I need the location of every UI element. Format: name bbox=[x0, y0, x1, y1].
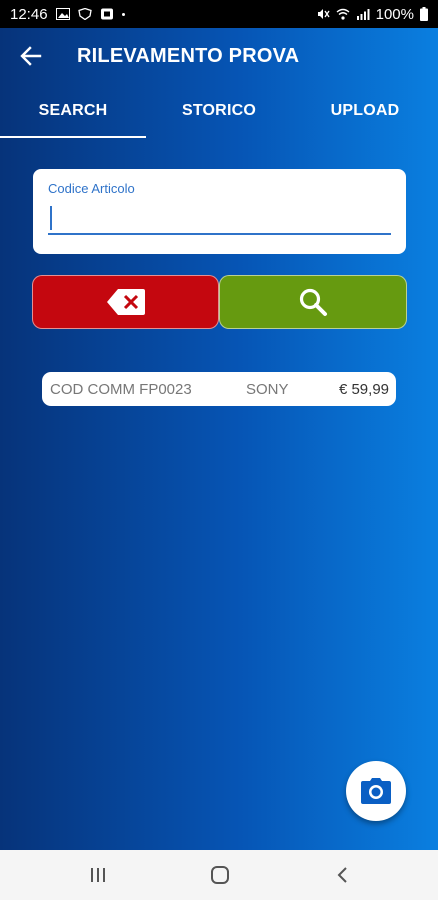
signal-icon bbox=[356, 9, 370, 20]
gallery-notification-icon bbox=[55, 8, 70, 20]
clear-button[interactable] bbox=[32, 275, 219, 329]
result-brand: SONY bbox=[246, 380, 289, 398]
search-field-label: Codice Articolo bbox=[48, 181, 135, 196]
status-bar: 12:46 100% bbox=[0, 0, 438, 28]
app-screen: RILEVAMENTO PROVA SEARCH STORICO UPLOAD … bbox=[0, 28, 438, 850]
back-button[interactable] bbox=[16, 41, 46, 71]
battery-icon bbox=[420, 7, 428, 21]
system-nav-bar bbox=[0, 850, 438, 900]
tab-bar: SEARCH STORICO UPLOAD bbox=[0, 84, 438, 138]
status-time: 12:46 bbox=[10, 5, 48, 23]
shield-notification-icon bbox=[77, 8, 92, 20]
text-cursor bbox=[50, 206, 52, 230]
app-bar: RILEVAMENTO PROVA bbox=[0, 28, 438, 84]
camera-fab-button[interactable] bbox=[346, 761, 406, 821]
mute-icon bbox=[317, 9, 330, 19]
recents-icon bbox=[91, 868, 105, 882]
app-notification-icon bbox=[100, 8, 113, 20]
camera-icon bbox=[361, 778, 391, 804]
nav-back-button[interactable] bbox=[328, 862, 358, 888]
wifi-icon bbox=[336, 8, 350, 20]
result-price: € 59,99 bbox=[338, 380, 389, 398]
nav-recents-button[interactable] bbox=[83, 862, 113, 888]
tab-upload[interactable]: UPLOAD bbox=[292, 84, 438, 138]
result-list-item[interactable]: COD COMM FP0023 SONY € 59,99 bbox=[42, 372, 396, 406]
back-chevron-icon bbox=[337, 867, 347, 883]
result-code: COD COMM FP0023 bbox=[50, 380, 192, 398]
battery-percent: 100% bbox=[375, 5, 414, 23]
codice-articolo-input[interactable] bbox=[48, 202, 391, 235]
tab-search[interactable]: SEARCH bbox=[0, 84, 146, 138]
page-title: RILEVAMENTO PROVA bbox=[77, 44, 300, 67]
more-notifications-dot bbox=[121, 12, 125, 16]
arrow-left-icon bbox=[20, 46, 42, 66]
tab-storico[interactable]: STORICO bbox=[146, 84, 292, 138]
search-field-card: Codice Articolo bbox=[33, 169, 406, 254]
home-icon bbox=[211, 866, 229, 884]
backspace-x-icon bbox=[106, 289, 145, 315]
nav-home-button[interactable] bbox=[205, 862, 235, 888]
active-tab-indicator bbox=[0, 136, 146, 138]
magnifier-icon bbox=[299, 288, 327, 316]
search-button[interactable] bbox=[219, 275, 407, 329]
